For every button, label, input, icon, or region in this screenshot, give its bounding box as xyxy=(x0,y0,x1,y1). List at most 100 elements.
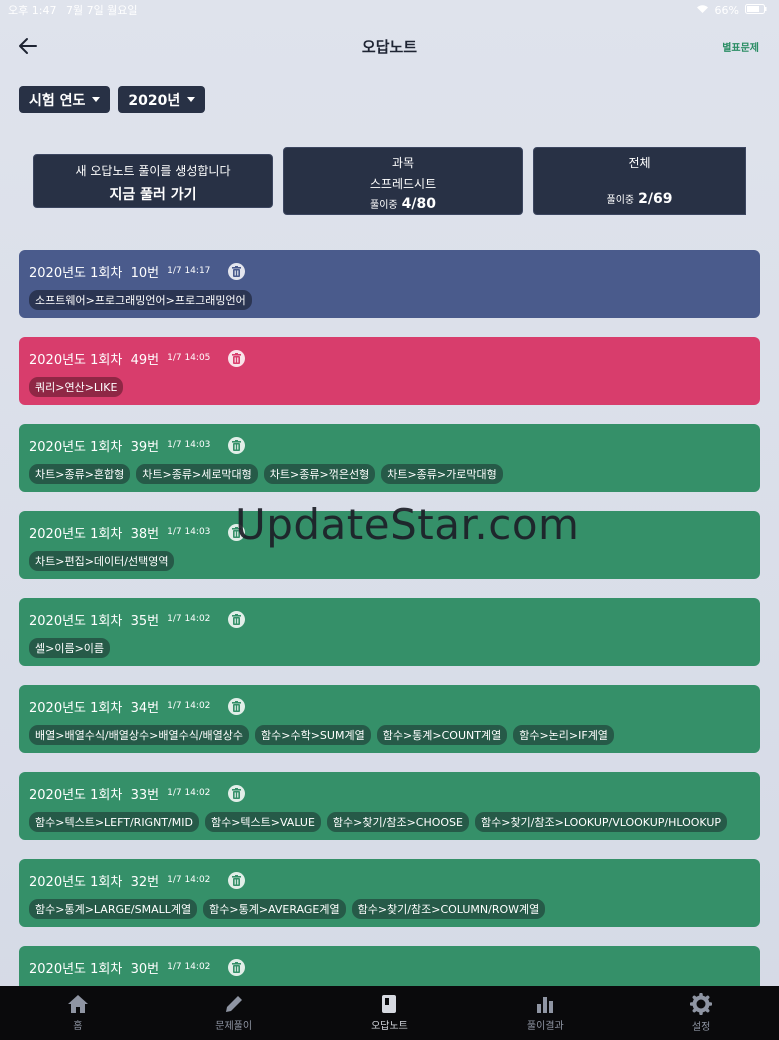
category-tag: 함수>찾기/참조>CHOOSE xyxy=(326,812,469,832)
note-card[interactable]: 2020년도 1회차 39번 1/7 14:03 차트>종류>혼합형 차트>종류>세로… xyxy=(19,424,760,492)
category-tag: 차트>종류>꺾은선형 xyxy=(263,464,376,484)
delete-note-button[interactable] xyxy=(228,262,246,280)
note-tags: 소프트웨어>프로그래밍언어>프로그래밍언어 xyxy=(29,290,750,310)
all-card[interactable]: 전체 풀이중 2/69 xyxy=(533,147,746,215)
delete-note-button[interactable] xyxy=(228,610,246,628)
category-tag: 함수>찾기/참조>COLUMN/ROW계열 xyxy=(351,899,546,919)
delete-note-button[interactable] xyxy=(228,784,246,802)
tab-wrong-notes-label: 오답노트 xyxy=(371,1021,408,1032)
delete-note-button[interactable] xyxy=(228,349,246,367)
status-bar: 오후 1:47 7월 7일 월요일 66% xyxy=(0,0,779,20)
subject-progress-label: 풀이중 xyxy=(370,200,398,211)
tab-wrong-notes[interactable]: 오답노트 xyxy=(312,986,468,1040)
subject-card[interactable]: 과목 스프레드시트 풀이중 4/80 xyxy=(283,147,523,215)
note-tags: 배열>배열수식/배열상수>배열수식/배열상수 함수>수학>SUM계열 함수>통계>C… xyxy=(29,725,750,745)
exam-year-filter-label: 시험 연도 xyxy=(29,92,86,109)
trash-icon xyxy=(232,439,242,451)
battery-icon xyxy=(745,3,767,17)
note-card[interactable]: 2020년도 1회차 32번 1/7 14:02 함수>통계>LARGE/SMALL… xyxy=(19,859,760,927)
note-card[interactable]: 2020년도 1회차 34번 1/7 14:02 배열>배열수식/배열상수>배열수식… xyxy=(19,685,760,753)
all-card-title: 전체 xyxy=(628,156,651,170)
category-tag: 쿼리>연산>LIKE xyxy=(29,377,124,397)
note-time: 1/7 14:05 xyxy=(167,353,211,363)
note-tags: 차트>종류>혼합형 차트>종류>세로막대형 차트>종류>꺾은선형 차트>종류>가로막대… xyxy=(29,464,750,484)
subject-progress: 풀이중 4/80 xyxy=(284,196,522,212)
category-tag: 차트>종류>가로막대형 xyxy=(381,464,503,484)
note-header: 2020년도 1회차 33번 1/7 14:02 xyxy=(29,784,750,803)
note-tags: 쿼리>연산>LIKE xyxy=(29,377,750,397)
category-tag: 함수>논리>IF계열 xyxy=(513,725,614,745)
note-tags: 함수>텍스트>LEFT/RIGNT/MID 함수>텍스트>VALUE 함수>찾기/참… xyxy=(29,812,750,832)
tab-results[interactable]: 풀이결과 xyxy=(467,986,623,1040)
year-select-label: 2020년 xyxy=(128,92,181,109)
go-solve-label: 지금 풀러 가기 xyxy=(109,187,197,203)
note-title: 2020년도 1회차 35번 xyxy=(29,613,160,629)
note-title: 2020년도 1회차 30번 xyxy=(29,961,160,977)
note-title: 2020년도 1회차 34번 xyxy=(29,700,160,716)
note-time: 1/7 14:02 xyxy=(167,875,211,885)
filter-bar: 시험 연도 2020년 xyxy=(19,86,206,113)
trash-icon xyxy=(232,352,242,364)
note-title: 2020년도 1회차 32번 xyxy=(29,874,160,890)
trash-icon xyxy=(232,700,242,712)
tab-settings[interactable]: 설정 xyxy=(623,986,779,1040)
year-select[interactable]: 2020년 xyxy=(118,86,206,113)
note-time: 1/7 14:03 xyxy=(167,527,211,537)
exam-year-filter[interactable]: 시험 연도 xyxy=(19,86,111,113)
note-time: 1/7 14:02 xyxy=(167,962,211,972)
note-header: 2020년도 1회차 39번 1/7 14:03 xyxy=(29,436,750,455)
tab-results-label: 풀이결과 xyxy=(526,1021,564,1032)
category-tag: 함수>통계>COUNT계열 xyxy=(376,725,508,745)
trash-icon xyxy=(232,787,242,799)
note-tags: 셀>이름>이름 xyxy=(29,638,750,658)
note-time: 1/7 14:02 xyxy=(167,614,211,624)
category-tag: 함수>텍스트>VALUE xyxy=(204,812,321,832)
new-note-description: 새 오답노트 풀이를 생성합니다 xyxy=(75,164,231,178)
category-tag: 함수>찾기/참조>LOOKUP/VLOOKUP/HLOOKUP xyxy=(474,812,728,832)
note-title: 2020년도 1회차 39번 xyxy=(29,439,160,455)
wifi-icon xyxy=(696,4,709,17)
delete-note-button[interactable] xyxy=(228,697,246,715)
note-tags: 함수>통계>LARGE/SMALL계열 함수>통계>AVERAGE계열 함수>찾기/… xyxy=(29,899,750,919)
subject-progress-value: 4/80 xyxy=(401,196,436,212)
category-tag: 함수>통계>AVERAGE계열 xyxy=(203,899,346,919)
category-tag: 차트>종류>혼합형 xyxy=(29,464,131,484)
tab-settings-label: 설정 xyxy=(691,1022,711,1033)
all-progress-label: 풀이중 xyxy=(606,195,635,206)
note-card[interactable]: 2020년도 1회차 33번 1/7 14:02 함수>텍스트>LEFT/RIGNT… xyxy=(19,772,760,840)
delete-note-button[interactable] xyxy=(228,958,246,976)
trash-icon xyxy=(232,961,242,973)
category-tag: 함수>통계>LARGE/SMALL계열 xyxy=(29,899,198,919)
status-date: 7월 7일 월요일 xyxy=(65,4,138,17)
trash-icon xyxy=(232,874,242,886)
category-tag: 함수>텍스트>LEFT/RIGNT/MID xyxy=(29,812,199,832)
note-card[interactable]: 2020년도 1회차 49번 1/7 14:05 쿼리>연산>LIKE xyxy=(19,337,760,405)
notebook-icon xyxy=(382,995,397,1013)
note-header: 2020년도 1회차 30번 1/7 14:02 xyxy=(29,958,750,977)
starred-questions-link[interactable]: 별표문제 xyxy=(722,39,759,54)
tab-home[interactable]: 홈 xyxy=(0,986,156,1040)
tab-solve[interactable]: 문제풀이 xyxy=(156,986,312,1040)
note-header: 2020년도 1회차 32번 1/7 14:02 xyxy=(29,871,750,890)
note-title: 2020년도 1회차 38번 xyxy=(29,526,160,542)
bar-chart-icon xyxy=(537,997,554,1013)
note-card[interactable]: 2020년도 1회차 10번 1/7 14:17 소프트웨어>프로그래밍언어>프로그… xyxy=(19,250,760,318)
note-time: 1/7 14:02 xyxy=(167,701,211,711)
chevron-down-icon xyxy=(187,97,196,102)
note-title: 2020년도 1회차 49번 xyxy=(29,352,160,368)
note-tags: 차트>편집>데이터/선택영역 xyxy=(29,551,750,571)
tab-solve-label: 문제풀이 xyxy=(215,1021,253,1032)
gear-icon xyxy=(690,993,713,1015)
start-new-note-button[interactable]: 새 오답노트 풀이를 생성합니다 지금 풀러 가기 xyxy=(33,154,273,208)
category-tag: 배열>배열수식/배열상수>배열수식/배열상수 xyxy=(29,725,250,745)
note-time: 1/7 14:02 xyxy=(167,788,211,798)
note-time: 1/7 14:03 xyxy=(167,440,211,450)
all-progress: 풀이중 2/69 xyxy=(534,191,745,207)
delete-note-button[interactable] xyxy=(228,436,246,454)
note-card[interactable]: 2020년도 1회차 35번 1/7 14:02 셀>이름>이름 xyxy=(19,598,760,666)
status-time: 오후 1:47 xyxy=(8,4,57,17)
summary-cards: 새 오답노트 풀이를 생성합니다 지금 풀러 가기 과목 스프레드시트 풀이중 4… xyxy=(33,147,746,215)
status-battery: 66% xyxy=(714,3,739,17)
delete-note-button[interactable] xyxy=(228,871,246,889)
all-progress-value: 2/69 xyxy=(638,191,673,207)
